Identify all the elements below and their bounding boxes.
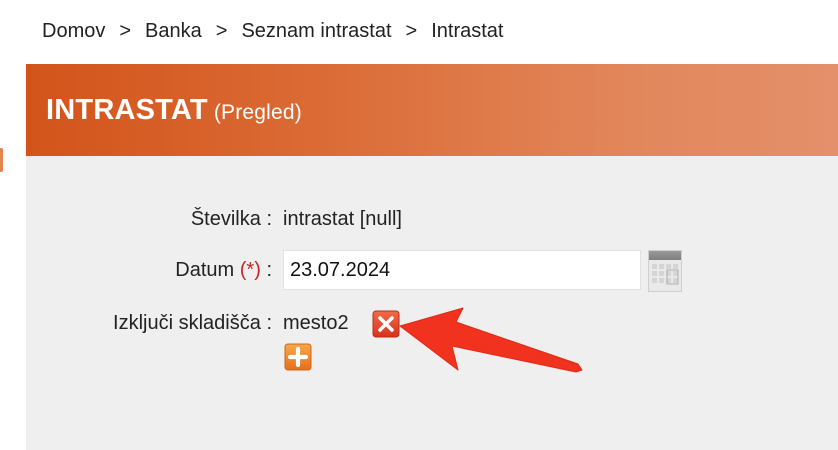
- skladisca-label-text: Izključi skladišča: [113, 312, 261, 334]
- remove-icon[interactable]: [372, 310, 400, 338]
- page-header: INTRASTAT (Pregled): [26, 64, 838, 156]
- datum-label-colon: :: [266, 259, 272, 281]
- breadcrumb: Domov > Banka > Seznam intrastat > Intrastat: [42, 20, 503, 43]
- breadcrumb-separator: >: [215, 20, 228, 42]
- skladisca-label-colon: :: [266, 312, 272, 334]
- add-icon[interactable]: [284, 343, 312, 371]
- form-panel: Številka : intrastat [null] Datum (*) :: [26, 156, 838, 450]
- breadcrumb-item-current: Intrastat: [431, 20, 504, 42]
- stevilka-value: intrastat [null]: [283, 208, 402, 230]
- stevilka-label: Številka :: [191, 208, 272, 231]
- breadcrumb-item-domov[interactable]: Domov: [42, 20, 105, 42]
- breadcrumb-separator: >: [119, 20, 132, 42]
- calendar-icon[interactable]: [648, 250, 682, 292]
- required-marker: (*): [239, 259, 261, 281]
- page-title-text: INTRASTAT: [46, 94, 208, 126]
- breadcrumb-separator: >: [405, 20, 418, 42]
- page: Domov > Banka > Seznam intrastat > Intrastat I…: [0, 0, 838, 450]
- datum-label-text: Datum: [175, 259, 235, 281]
- breadcrumb-item-banka[interactable]: Banka: [145, 20, 202, 42]
- page-subtitle: (Pregled): [213, 101, 302, 124]
- datum-label: Datum (*) :: [175, 259, 272, 282]
- skladisca-label: Izključi skladišča :: [113, 312, 272, 335]
- datum-input[interactable]: [283, 250, 641, 290]
- stevilka-label-text: Številka: [190, 208, 261, 230]
- stevilka-label-colon: :: [266, 208, 272, 230]
- skladisce-item-value: mesto2: [283, 312, 349, 334]
- sidebar-edge-tab[interactable]: [0, 148, 3, 172]
- page-title: INTRASTAT (Pregled): [46, 94, 302, 127]
- breadcrumb-item-seznam-intrastat[interactable]: Seznam intrastat: [241, 20, 391, 42]
